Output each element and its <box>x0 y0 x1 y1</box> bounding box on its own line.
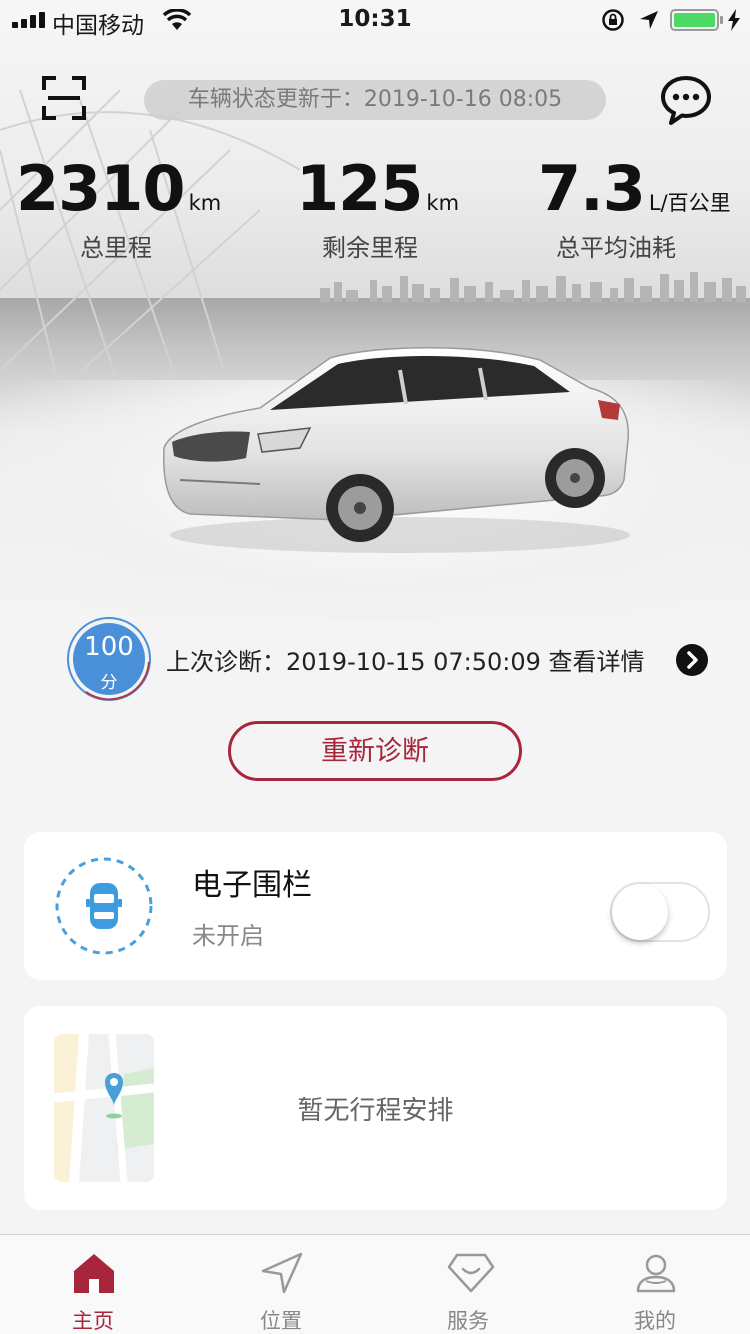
scan-icon[interactable] <box>40 74 88 122</box>
navigation-icon <box>261 1252 303 1294</box>
vehicle-update-status: 车辆状态更新于：2019-10-16 08:05 <box>144 80 606 120</box>
charging-icon <box>728 9 740 31</box>
profile-icon <box>636 1254 676 1293</box>
remaining-range-value: 125 <box>296 152 423 225</box>
geofence-toggle[interactable] <box>610 882 710 942</box>
home-icon <box>74 1254 114 1293</box>
service-icon <box>447 1253 495 1293</box>
status-bar: 中国移动 10:31 <box>0 0 750 40</box>
avg-fuel-value: 7.3 <box>538 152 646 225</box>
location-arrow-icon <box>640 11 658 29</box>
diagnosis-row[interactable]: 100 分 上次诊断：2019-10-15 07:50:09 查看详情 <box>66 616 716 702</box>
geofence-card[interactable]: 电子围栏 未开启 <box>24 832 727 980</box>
tab-service-label: 服务 <box>447 1309 489 1333</box>
diagnosis-score-unit: 分 <box>100 673 118 693</box>
tab-service[interactable]: 服务 <box>393 1235 543 1334</box>
city-skyline <box>320 272 746 302</box>
remaining-range-stat: 125 km 剩余里程 <box>296 152 460 262</box>
total-mileage-unit: km <box>188 191 222 215</box>
tab-location[interactable]: 位置 <box>206 1235 356 1334</box>
tab-home[interactable]: 主页 <box>18 1235 168 1334</box>
geofence-status: 未开启 <box>192 922 264 950</box>
geofence-car-icon <box>55 857 153 955</box>
diagnosis-score: 100 <box>84 632 134 662</box>
message-icon[interactable] <box>660 74 712 126</box>
rotation-lock-icon <box>602 9 624 31</box>
avg-fuel-unit: L/百公里 <box>648 191 731 215</box>
battery-icon <box>670 9 723 31</box>
trip-card[interactable]: 暂无行程安排 <box>24 1006 727 1210</box>
tab-location-label: 位置 <box>260 1309 302 1333</box>
tab-profile-label: 我的 <box>634 1309 676 1333</box>
tab-home-label: 主页 <box>72 1309 114 1333</box>
total-mileage-value: 2310 <box>16 152 186 225</box>
total-mileage-label: 总里程 <box>80 234 152 262</box>
toggle-knob <box>612 884 668 940</box>
remaining-range-unit: km <box>426 191 460 215</box>
total-mileage-stat: 2310 km 总里程 <box>16 152 222 262</box>
no-trip-text: 暂无行程安排 <box>297 1096 454 1126</box>
rediagnose-button[interactable]: 重新诊断 <box>228 721 522 781</box>
avg-fuel-label: 总平均油耗 <box>556 234 676 262</box>
avg-fuel-stat: 7.3 L/百公里 总平均油耗 <box>538 152 731 262</box>
tab-bar: 主页 位置 服务 我的 <box>0 1234 750 1334</box>
geofence-title: 电子围栏 <box>192 868 312 903</box>
chevron-right-icon[interactable] <box>676 644 708 676</box>
tab-profile[interactable]: 我的 <box>580 1235 730 1334</box>
remaining-range-label: 剩余里程 <box>322 234 418 262</box>
car-image <box>163 346 630 553</box>
last-diagnosis-text[interactable]: 上次诊断：2019-10-15 07:50:09 查看详情 <box>166 642 645 677</box>
